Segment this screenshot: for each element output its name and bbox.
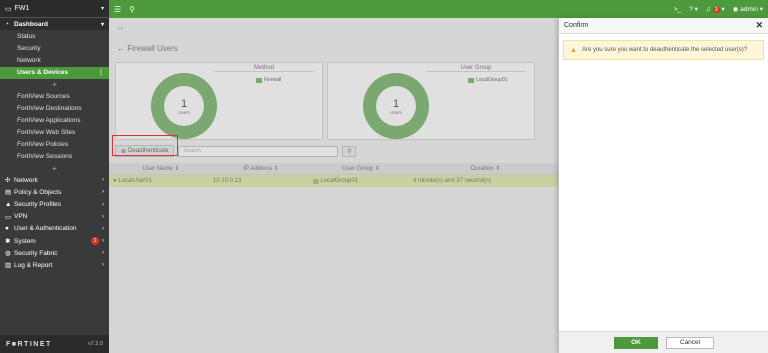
chevron-down-icon: ▾ — [100, 21, 104, 28]
bell-icon: ♫ — [705, 6, 711, 13]
help-icon: ? — [689, 6, 693, 13]
dialog-footer: OK Cancel — [559, 331, 768, 353]
policy-icon: ▤ — [5, 189, 12, 197]
dialog-header: Confirm ✕ — [559, 18, 768, 34]
ok-button[interactable]: OK — [614, 336, 658, 349]
chevron-right-icon: › — [102, 225, 104, 232]
cli-console-button[interactable]: >_ — [674, 6, 681, 13]
version-label: v7.2.0 — [88, 341, 103, 347]
chevron-down-icon: ▾ — [100, 6, 104, 12]
user-name: admin — [740, 6, 758, 13]
sidebar-item-system[interactable]: ✱ System 1 › — [0, 235, 109, 247]
highlight-deauth — [112, 135, 178, 156]
sidebar-item-user-auth[interactable]: ● User & Authentication › — [0, 223, 109, 235]
sidebar-item-network[interactable]: ✣ Network › — [0, 174, 109, 186]
sidebar-item-security[interactable]: Security — [0, 42, 109, 54]
add-dashboard-icon[interactable]: + — [0, 79, 109, 90]
sidebar-item-security-profiles[interactable]: ▲ Security Profiles › — [0, 198, 109, 210]
network-icon: ✣ — [5, 177, 11, 185]
sidebar-item-fv-sessions[interactable]: FortiView Sessions — [0, 151, 109, 163]
chevron-right-icon: › — [102, 238, 104, 245]
chevron-right-icon: › — [102, 250, 104, 257]
avatar-icon: ◉ — [732, 6, 739, 13]
top-bar: ☰ ⚲ >_ ? ▾ ♫ 3 ▾ ◉ admin ▾ — [109, 0, 768, 18]
gear-icon: ✱ — [5, 238, 11, 246]
sidebar: ▭ FW1 ▾ ◔ Dashboard ▾ Status Security Net… — [0, 0, 109, 353]
sidebar-item-policy[interactable]: ▤ Policy & Objects › — [0, 186, 109, 198]
chevron-right-icon: › — [102, 201, 104, 208]
sidebar-item-fv-applications[interactable]: FortiView Applications — [0, 114, 109, 126]
user-icon: ● — [5, 225, 9, 233]
chevron-right-icon: › — [102, 262, 104, 269]
dialog-title: Confirm — [564, 22, 589, 29]
fortinet-logo: F■RTINET — [6, 340, 52, 348]
warning-icon: ▲ — [570, 46, 577, 54]
sidebar-item-vpn[interactable]: ▭ VPN › — [0, 211, 109, 223]
chevron-right-icon: › — [102, 177, 104, 184]
cancel-button[interactable]: Cancel — [666, 336, 714, 349]
modal-overlay[interactable] — [109, 18, 558, 353]
sidebar-item-users-devices[interactable]: Users & Devices ⋮ — [0, 66, 109, 79]
help-button[interactable]: ? ▾ — [689, 5, 698, 13]
device-icon: ▭ — [5, 5, 12, 13]
sidebar-item-status[interactable]: Status — [0, 30, 109, 42]
chevron-right-icon: › — [102, 189, 104, 196]
hamburger-menu-icon[interactable]: ☰ — [114, 5, 121, 14]
device-selector[interactable]: ▭ FW1 ▾ — [0, 0, 109, 18]
device-name: FW1 — [14, 5, 30, 12]
confirm-text: Are you sure you want to deauthenticate … — [581, 47, 748, 53]
dashboard-icon: ◔ — [5, 20, 9, 28]
sidebar-item-log-report[interactable]: ▥ Log & Report › — [0, 259, 109, 271]
search-icon[interactable]: ⚲ — [129, 5, 135, 14]
sidebar-item-security-fabric[interactable]: ◍ Security Fabric › — [0, 247, 109, 259]
user-menu-button[interactable]: ◉ admin ▾ — [733, 5, 763, 13]
lock-icon: ▲ — [5, 201, 12, 209]
sidebar-item-fv-destinations[interactable]: FortiView Destinations — [0, 102, 109, 114]
sidebar-item-fv-policies[interactable]: FortiView Policies — [0, 139, 109, 151]
confirm-dialog: Confirm ✕ ▲ Are you sure you want to dea… — [558, 18, 768, 353]
sidebar-item-dashboard[interactable]: ◔ Dashboard ▾ — [0, 18, 109, 31]
sidebar-footer: F■RTINET v7.2.0 — [0, 335, 109, 353]
system-badge: 1 — [91, 237, 99, 246]
sidebar-item-network-dash[interactable]: Network — [0, 55, 109, 67]
notifications-button[interactable]: ♫ 3 ▾ — [706, 5, 725, 13]
sidebar-item-fv-websites[interactable]: FortiView Web Sites — [0, 127, 109, 139]
warning-message: ▲ Are you sure you want to deauthenticat… — [563, 40, 764, 60]
chevron-right-icon: › — [102, 213, 104, 220]
fabric-icon: ◍ — [5, 250, 11, 258]
sidebar-item-fv-sources[interactable]: FortiView Sources — [0, 90, 109, 102]
close-icon[interactable]: ✕ — [755, 20, 763, 31]
monitor-icon: ▭ — [5, 213, 12, 221]
notification-count: 3 — [712, 7, 720, 13]
add-fortiview-icon[interactable]: + — [0, 163, 109, 174]
kebab-icon[interactable]: ⋮ — [98, 69, 104, 76]
chart-icon: ▥ — [5, 262, 12, 270]
